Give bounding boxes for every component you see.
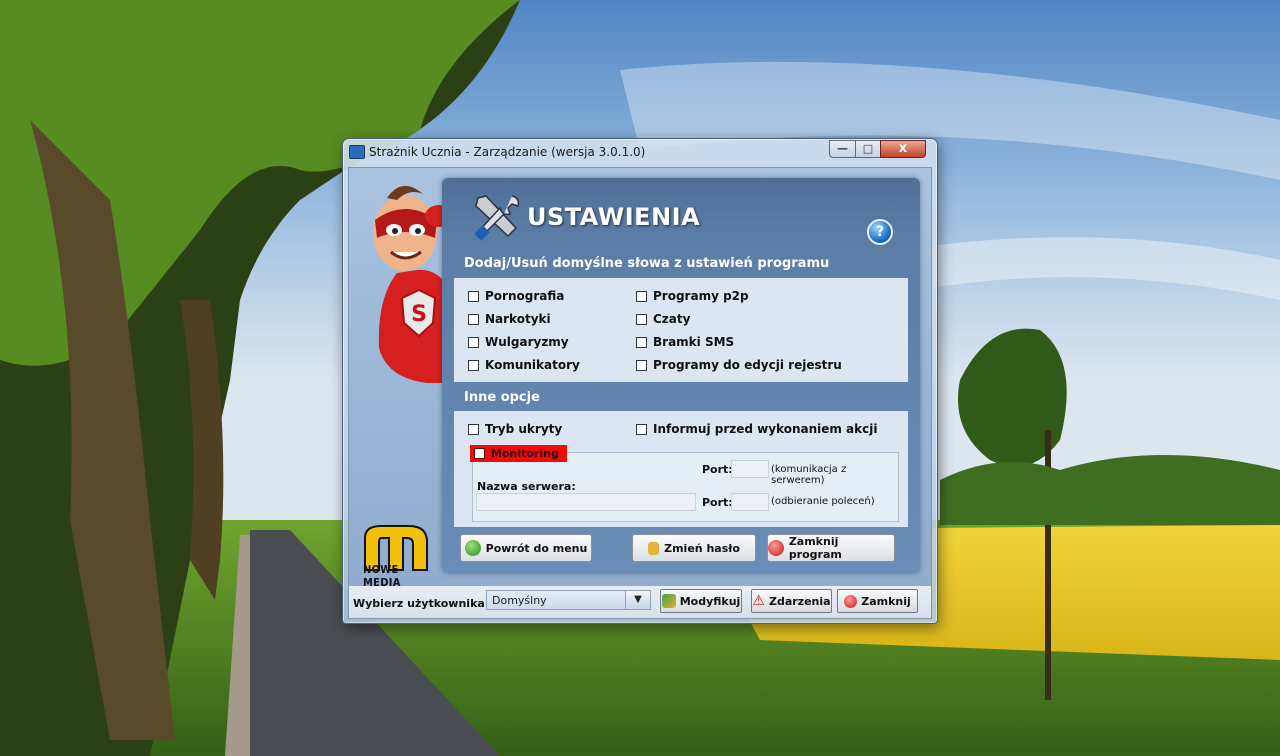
checkbox[interactable]: [468, 359, 479, 371]
app-icon: [349, 145, 365, 159]
port-commands-note: (odbieranie poleceń): [771, 496, 875, 507]
checkbox-monitoring[interactable]: Monitoring: [470, 445, 567, 462]
checkbox[interactable]: [636, 336, 647, 348]
filters-section-title: Dodaj/Usuń domyślne słowa z ustawień pro…: [464, 256, 830, 271]
minimize-button[interactable]: —: [829, 140, 856, 158]
filters-box: Pornografia Narkotyki Wulgaryzmy Komunik…: [454, 278, 908, 382]
checkbox[interactable]: [468, 336, 479, 348]
bottom-toolbar: Wybierz użytkownika: Domyślny ▼ Modyfiku…: [349, 586, 931, 618]
events-button[interactable]: ⚠ Zdarzenia: [751, 589, 832, 613]
warning-icon: ⚠: [752, 593, 765, 609]
checkbox[interactable]: [468, 423, 479, 435]
close-program-button[interactable]: Zamknij program: [767, 534, 895, 562]
checkbox-informuj[interactable]: Informuj przed wykonaniem akcji: [636, 422, 877, 436]
checkbox-bramki-sms[interactable]: Bramki SMS: [636, 335, 734, 349]
change-password-button[interactable]: Zmień hasło: [632, 534, 756, 562]
monitoring-group: Port: (komunikacja z serwerem) Nazwa ser…: [472, 452, 899, 522]
modify-button[interactable]: Modyfikuj: [660, 589, 742, 613]
other-options-title: Inne opcje: [464, 390, 540, 405]
server-name-label: Nazwa serwera:: [477, 480, 576, 493]
checkbox-wulgaryzmy[interactable]: Wulgaryzmy: [468, 335, 569, 349]
maximize-button[interactable]: □: [855, 140, 881, 158]
checkbox[interactable]: [636, 423, 647, 435]
user-select-label: Wybierz użytkownika:: [353, 597, 490, 610]
checkbox-programy-p2p[interactable]: Programy p2p: [636, 289, 749, 303]
checkbox[interactable]: [468, 313, 479, 325]
port-label: Port:: [702, 463, 733, 476]
minimize-icon: —: [837, 142, 848, 155]
checkbox-tryb-ukryty[interactable]: Tryb ukryty: [468, 422, 562, 436]
checkbox[interactable]: [636, 313, 647, 325]
user-select[interactable]: Domyślny ▼: [486, 590, 651, 610]
maximize-icon: □: [862, 142, 874, 155]
checkbox-czaty[interactable]: Czaty: [636, 312, 690, 326]
back-to-menu-button[interactable]: Powrót do menu: [460, 534, 592, 562]
settings-panel: USTAWIENIA ? Dodaj/Usuń domyślne słowa z…: [442, 178, 920, 573]
title-bar[interactable]: Strażnik Ucznia - Zarządzanie (wersja 3.…: [343, 139, 937, 165]
checkbox[interactable]: [636, 290, 647, 302]
chevron-down-icon[interactable]: ▼: [625, 591, 650, 609]
users-icon: [661, 594, 676, 608]
checkbox[interactable]: [474, 448, 485, 459]
page-title: USTAWIENIA: [527, 203, 701, 231]
checkbox[interactable]: [468, 290, 479, 302]
back-arrow-icon: [464, 540, 481, 556]
lock-icon: [648, 541, 660, 555]
port-communication-note: (komunikacja z serwerem): [771, 464, 847, 486]
app-window: Strażnik Ucznia - Zarządzanie (wersja 3.…: [342, 138, 938, 624]
close-circle-icon: [768, 540, 784, 556]
help-button[interactable]: ?: [867, 219, 893, 245]
close-button[interactable]: Zamknij: [837, 589, 918, 613]
close-icon: x: [898, 141, 908, 156]
checkbox-pornografia[interactable]: Pornografia: [468, 289, 564, 303]
port-communication-input[interactable]: [731, 460, 769, 478]
port-commands-input[interactable]: [731, 493, 769, 511]
other-options-box: Tryb ukryty Informuj przed wykonaniem ak…: [454, 411, 908, 527]
port-label-2: Port:: [702, 496, 733, 509]
client-area: S NOWE MEDIA USTAWIENIA ? Dodaj/Usuń dom…: [348, 167, 932, 619]
checkbox-programy-rejestru[interactable]: Programy do edycji rejestru: [636, 358, 842, 372]
checkbox-komunikatory[interactable]: Komunikatory: [468, 358, 580, 372]
tools-icon: [474, 195, 520, 241]
close-circle-icon: [844, 594, 858, 608]
checkbox-narkotyki[interactable]: Narkotyki: [468, 312, 551, 326]
window-title: Strażnik Ucznia - Zarządzanie (wersja 3.…: [369, 145, 646, 159]
server-name-input[interactable]: [476, 493, 696, 511]
svg-text:S: S: [411, 302, 427, 327]
close-window-button[interactable]: x: [880, 140, 926, 158]
checkbox[interactable]: [636, 359, 647, 371]
